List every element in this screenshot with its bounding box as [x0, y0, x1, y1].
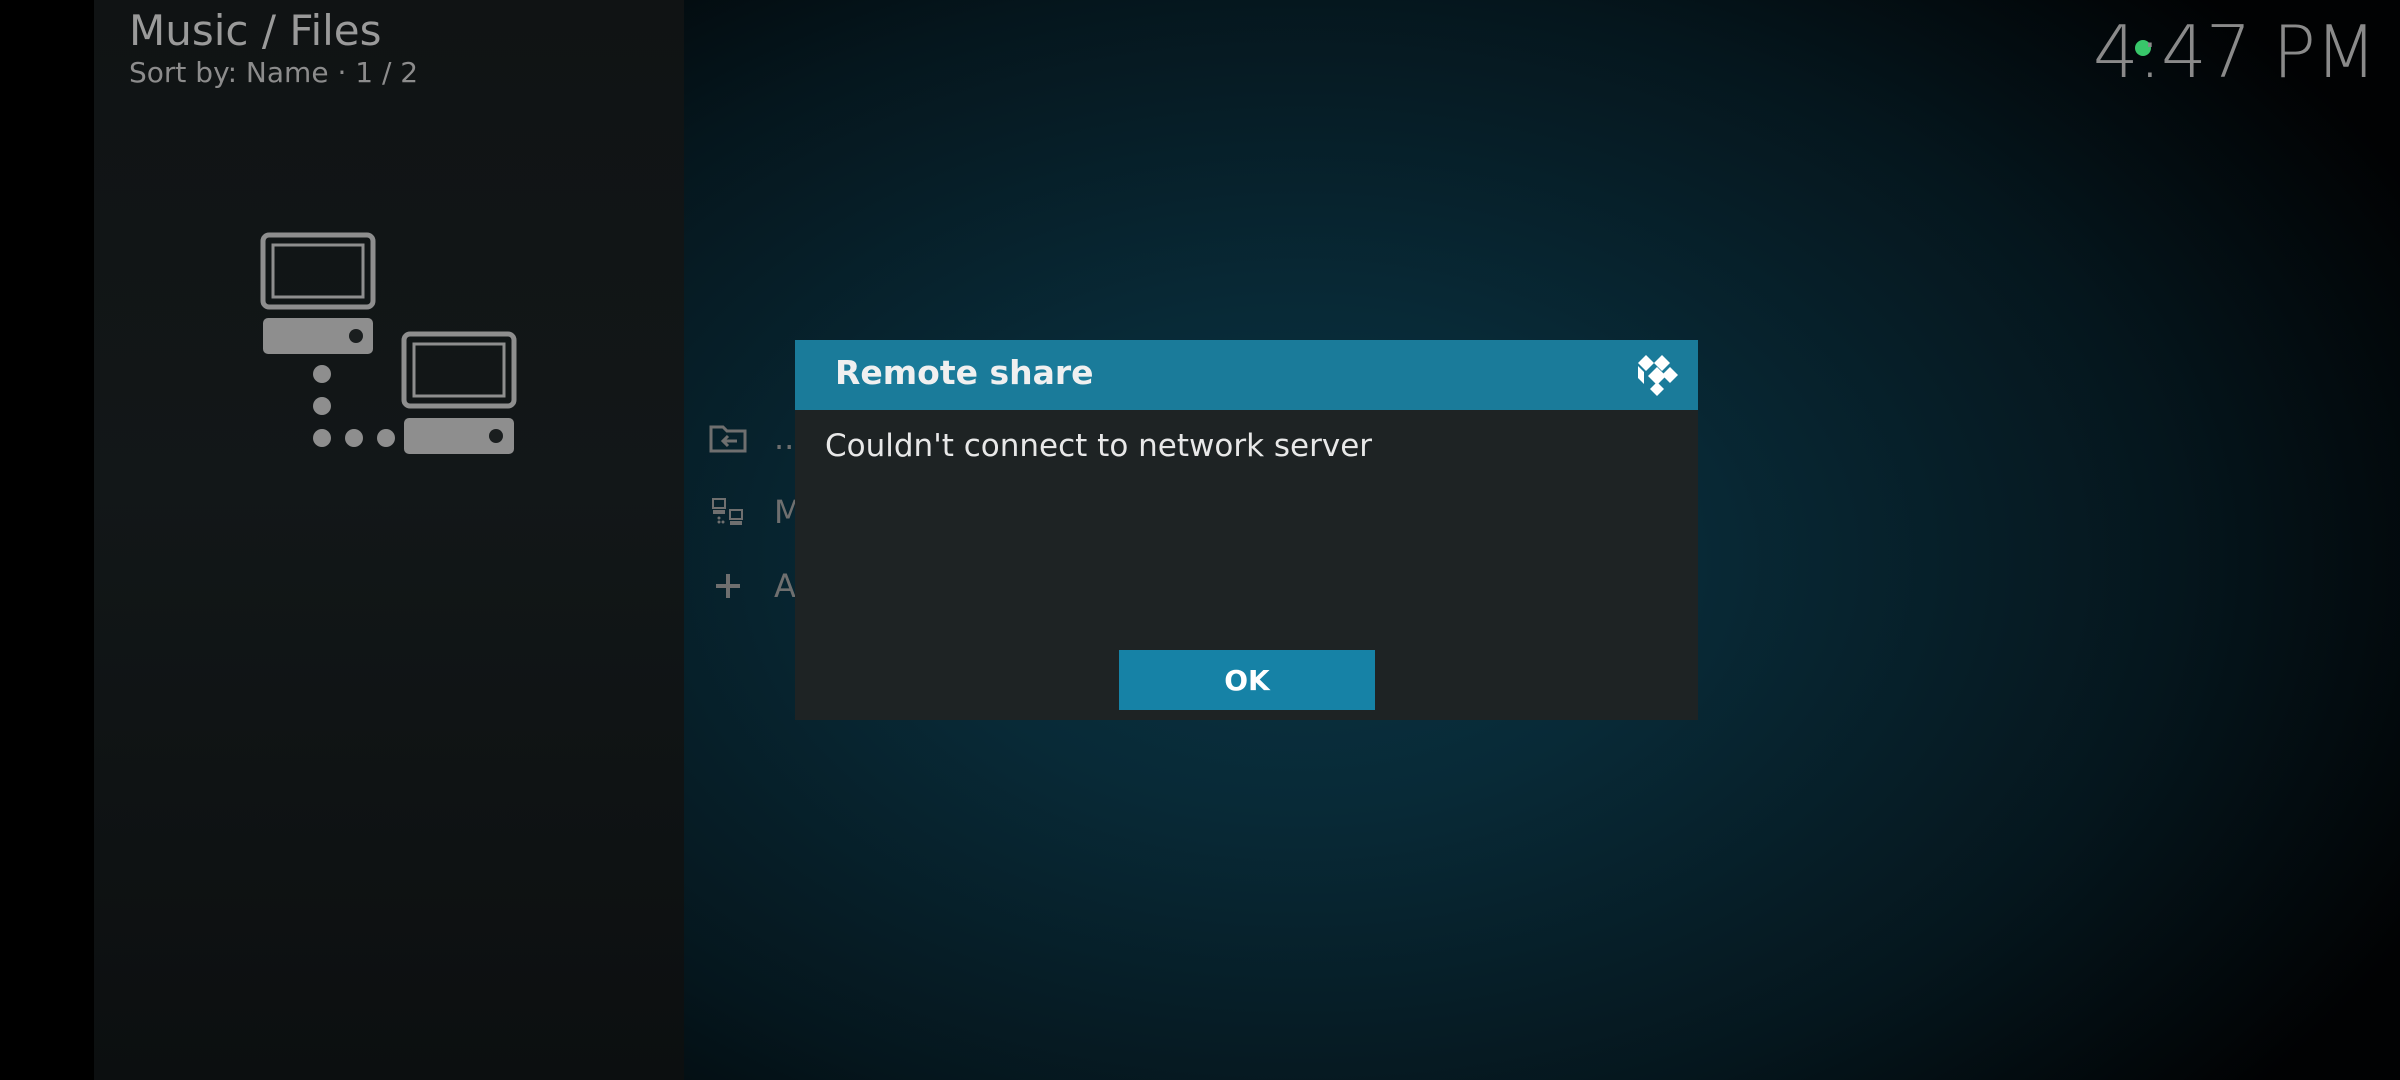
network-icon: [706, 490, 750, 534]
sort-info: Sort by: Name · 1 / 2: [129, 56, 419, 89]
dialog-title: Remote share: [835, 353, 1094, 392]
left-info-panel: [94, 0, 684, 1080]
list-item-label: ..: [774, 419, 795, 457]
plus-icon: [706, 564, 750, 608]
list-item-label: A: [774, 567, 796, 605]
remote-share-dialog: Remote share Couldn't connect to network…: [795, 340, 1698, 720]
ok-button[interactable]: OK: [1119, 650, 1375, 710]
list-item-parent[interactable]: ..: [706, 408, 794, 468]
page-title: Music / Files: [129, 6, 382, 55]
dialog-message: Couldn't connect to network server: [825, 428, 1373, 464]
list-item-network[interactable]: M: [706, 482, 802, 542]
clock: 4:47 PM: [2092, 10, 2377, 94]
left-edge: [0, 0, 94, 1080]
dialog-header: Remote share: [795, 340, 1698, 410]
kodi-screen: Music / Files Sort by: Name · 1 / 2 4:47…: [0, 0, 2400, 1080]
network-graphic-icon: [260, 232, 517, 454]
kodi-logo-icon: [1638, 355, 1678, 396]
list-item-add[interactable]: A: [706, 556, 796, 616]
back-folder-icon: [706, 416, 750, 460]
